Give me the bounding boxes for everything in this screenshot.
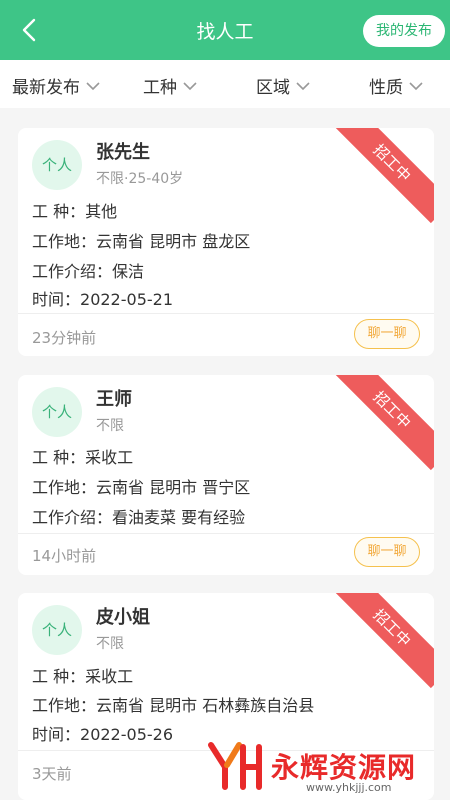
info-job-type: 工 种：采收工 (32, 663, 133, 687)
row-label: 工作地： (32, 478, 97, 497)
app-header: 找人工 我的发布 (0, 0, 450, 60)
poster-name: 张先生 (96, 142, 150, 163)
filter-label: 性质 (369, 78, 403, 98)
status-badge: 招工中 (331, 375, 434, 471)
age-range: 不限 (96, 418, 124, 434)
filter-job-type[interactable]: 工种 (143, 73, 197, 98)
status-badge: 招工中 (331, 593, 434, 689)
posted-time: 3天前 (32, 765, 72, 783)
row-value: 2022-05-26 (80, 725, 173, 744)
chevron-down-icon (296, 81, 310, 90)
yh-logo-icon (208, 742, 262, 790)
filter-bar: 最新发布 工种 区域 性质 (0, 60, 450, 108)
row-label: 时间： (32, 290, 81, 309)
info-date: 时间：2022-05-21 (32, 286, 173, 310)
filter-region[interactable]: 区域 (256, 73, 310, 98)
poster-name: 皮小姐 (96, 607, 150, 628)
info-location: 工作地：云南省 昆明市 晋宁区 (32, 474, 250, 498)
info-description: 工作介绍：看油麦菜 要有经验 (32, 504, 245, 528)
row-value: 云南省 昆明市 石林彝族自治县 (96, 696, 315, 715)
row-label: 时间： (32, 725, 81, 744)
info-location: 工作地：云南省 昆明市 石林彝族自治县 (32, 692, 314, 716)
row-label: 工 种： (32, 667, 86, 686)
divider (18, 533, 434, 534)
poster-name: 王师 (96, 389, 132, 410)
info-description: 工作介绍：保洁 (32, 258, 144, 282)
row-value: 保洁 (112, 262, 145, 281)
row-value: 其他 (85, 202, 118, 221)
row-label: 工 种： (32, 448, 86, 467)
info-location: 工作地：云南省 昆明市 盘龙区 (32, 228, 250, 252)
chat-button[interactable]: 聊一聊 (354, 319, 420, 349)
row-value: 云南省 昆明市 盘龙区 (96, 232, 251, 251)
chevron-down-icon (409, 81, 423, 90)
my-posts-button[interactable]: 我的发布 (363, 15, 445, 47)
row-value: 采收工 (85, 448, 134, 467)
divider (18, 313, 434, 314)
row-value: 采收工 (85, 667, 134, 686)
row-value: 看油麦菜 要有经验 (112, 508, 246, 527)
watermark-url: www.yhkjjj.com (306, 781, 392, 794)
filter-label: 最新发布 (12, 78, 80, 98)
info-job-type: 工 种：采收工 (32, 444, 133, 468)
row-label: 工 种： (32, 202, 86, 221)
info-job-type: 工 种：其他 (32, 198, 117, 222)
chevron-down-icon (86, 81, 100, 90)
posted-time: 23分钟前 (32, 329, 97, 347)
row-label: 工作介绍： (32, 262, 113, 281)
filter-latest[interactable]: 最新发布 (12, 73, 100, 98)
chevron-down-icon (183, 81, 197, 90)
row-label: 工作地： (32, 232, 97, 251)
chat-button[interactable]: 聊一聊 (354, 537, 420, 567)
avatar: 个人 (32, 605, 82, 655)
posted-time: 14小时前 (32, 547, 97, 565)
row-value: 2022-05-21 (80, 290, 173, 309)
row-label: 工作介绍： (32, 508, 113, 527)
filter-label: 区域 (256, 78, 290, 98)
info-date: 时间：2022-05-26 (32, 721, 173, 745)
filter-label: 工种 (143, 78, 177, 98)
row-value: 云南省 昆明市 晋宁区 (96, 478, 251, 497)
age-range: 不限·25-40岁 (96, 171, 184, 187)
age-range: 不限 (96, 636, 124, 652)
status-badge: 招工中 (331, 128, 434, 224)
watermark-text: 永辉资源网 (271, 751, 417, 784)
filter-nature[interactable]: 性质 (369, 73, 423, 98)
avatar: 个人 (32, 140, 82, 190)
avatar: 个人 (32, 387, 82, 437)
job-card[interactable]: 个人 王师 不限 招工中 工 种：采收工 工作地：云南省 昆明市 晋宁区 工作介… (18, 375, 434, 575)
job-card[interactable]: 个人 张先生 不限·25-40岁 招工中 工 种：其他 工作地：云南省 昆明市 … (18, 128, 434, 356)
row-label: 工作地： (32, 696, 97, 715)
